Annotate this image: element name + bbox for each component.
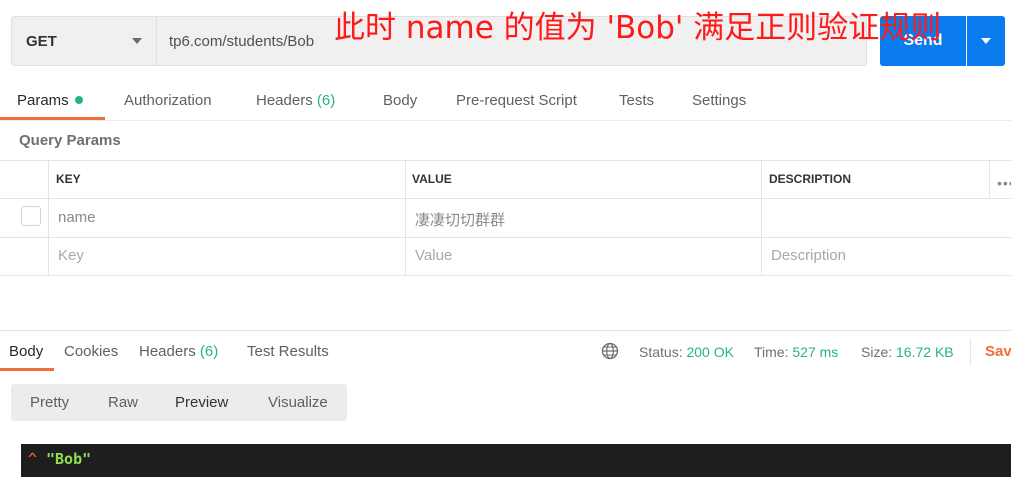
collapse-caret-icon[interactable]: ^ bbox=[28, 450, 37, 468]
tab-params[interactable]: Params bbox=[17, 92, 83, 109]
new-description-input[interactable]: Description bbox=[771, 247, 846, 264]
new-key-input[interactable]: Key bbox=[58, 247, 84, 264]
chevron-down-icon bbox=[981, 38, 991, 44]
table-border bbox=[0, 237, 1011, 238]
tab-pre-request-script[interactable]: Pre-request Script bbox=[456, 92, 577, 109]
query-params-title: Query Params bbox=[19, 132, 121, 149]
table-border bbox=[989, 160, 990, 198]
size-label: Size: bbox=[861, 344, 893, 360]
response-tab-test-results[interactable]: Test Results bbox=[247, 343, 329, 360]
column-header-key: KEY bbox=[56, 172, 81, 186]
more-options-icon[interactable]: ••• bbox=[997, 175, 1011, 191]
save-response-button[interactable]: Save bbox=[985, 343, 1011, 360]
tab-tests[interactable]: Tests bbox=[619, 92, 654, 109]
param-key[interactable]: name bbox=[58, 209, 96, 226]
new-value-input[interactable]: Value bbox=[415, 247, 452, 264]
chevron-down-icon bbox=[132, 38, 142, 44]
globe-icon[interactable] bbox=[601, 342, 619, 360]
tab-label: Headers bbox=[256, 92, 313, 109]
active-tab-indicator bbox=[0, 368, 54, 371]
time-value: 527 ms bbox=[792, 344, 839, 360]
tab-body[interactable]: Body bbox=[383, 92, 417, 109]
tab-settings[interactable]: Settings bbox=[692, 92, 746, 109]
table-border bbox=[761, 160, 762, 276]
param-value[interactable]: 凄凄切切群群 bbox=[415, 209, 505, 230]
tab-label: Headers bbox=[139, 343, 196, 360]
view-preview-button[interactable]: Preview bbox=[175, 394, 228, 411]
response-body-value: "Bob" bbox=[46, 450, 92, 468]
table-border bbox=[0, 275, 1011, 276]
table-border bbox=[0, 198, 1011, 199]
tab-authorization[interactable]: Authorization bbox=[124, 92, 212, 109]
size-readout: Size: 16.72 KB bbox=[861, 344, 954, 360]
method-value: GET bbox=[26, 32, 57, 50]
size-value: 16.72 KB bbox=[896, 344, 954, 360]
view-visualize-button[interactable]: Visualize bbox=[268, 394, 328, 411]
request-tabs: Params Authorization Headers (6) Body Pr… bbox=[0, 84, 1011, 120]
tab-label: Params bbox=[17, 92, 69, 109]
status-label: Status: bbox=[639, 344, 683, 360]
send-options-button[interactable] bbox=[967, 16, 1005, 66]
table-border bbox=[0, 160, 1011, 161]
column-header-value: VALUE bbox=[412, 172, 452, 186]
active-dot-icon bbox=[74, 96, 83, 104]
divider bbox=[0, 330, 1011, 331]
status-readout: Status: 200 OK bbox=[639, 344, 734, 360]
view-pretty-button[interactable]: Pretty bbox=[30, 394, 69, 411]
headers-count: (6) bbox=[316, 92, 336, 109]
response-tab-headers[interactable]: Headers (6) bbox=[139, 343, 218, 360]
time-label: Time: bbox=[754, 344, 789, 360]
response-body-preview bbox=[21, 444, 1011, 477]
param-checkbox[interactable] bbox=[21, 206, 41, 226]
table-border bbox=[48, 160, 49, 276]
column-header-description: DESCRIPTION bbox=[769, 172, 852, 186]
method-select[interactable]: GET bbox=[11, 16, 156, 66]
status-value: 200 OK bbox=[686, 344, 734, 360]
tab-headers[interactable]: Headers (6) bbox=[256, 92, 335, 109]
divider bbox=[970, 338, 971, 366]
table-border bbox=[405, 160, 406, 276]
headers-count: (6) bbox=[199, 343, 219, 360]
response-tab-cookies[interactable]: Cookies bbox=[64, 343, 118, 360]
divider bbox=[0, 120, 1011, 121]
url-value: tp6.com/students/Bob bbox=[169, 32, 315, 50]
annotation-text: 此时 name 的值为 'Bob' 满足正则验证规则 bbox=[334, 10, 942, 46]
view-raw-button[interactable]: Raw bbox=[108, 394, 138, 411]
time-readout: Time: 527 ms bbox=[754, 344, 838, 360]
response-tab-body[interactable]: Body bbox=[9, 343, 43, 360]
